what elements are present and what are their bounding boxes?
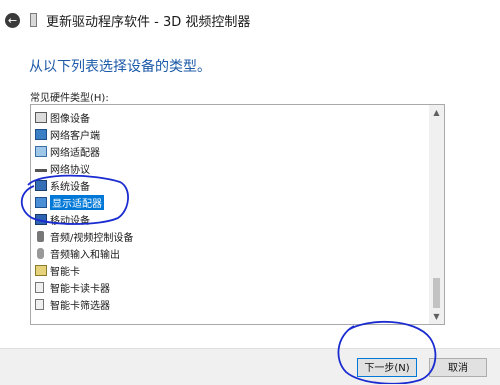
list-item-label: 智能卡筛选器: [50, 301, 110, 312]
list-item-system-device[interactable]: 系统设备: [35, 177, 145, 194]
card-reader-icon: [35, 282, 44, 293]
list-item-label: 系统设备: [50, 182, 90, 193]
list-item-smart-card[interactable]: 智能卡: [35, 262, 145, 279]
smart-card-icon: [35, 265, 47, 276]
scroll-up-arrow-icon[interactable]: ▲: [429, 105, 444, 120]
window-title: 更新驱动程序软件 - 3D 视频控制器: [46, 15, 251, 30]
dialog-footer: 下一步(N) 取消: [0, 348, 500, 385]
network-client-icon: [35, 129, 47, 140]
next-button[interactable]: 下一步(N): [357, 358, 417, 377]
list-item-label: 网络客户端: [50, 131, 100, 142]
card-filter-icon: [35, 299, 44, 310]
list-item-label: 音频输入和输出: [50, 250, 120, 261]
list-item-label: 网络协议: [50, 165, 90, 176]
list-scrollbar[interactable]: ▲ ▼: [429, 105, 444, 324]
list-item-label: 智能卡: [50, 267, 80, 278]
list-item-card-reader[interactable]: 智能卡读卡器: [35, 279, 145, 296]
network-adapter-icon: [35, 146, 47, 157]
page-heading: 从以下列表选择设备的类型。: [29, 59, 211, 75]
device-icon: [30, 13, 37, 27]
list-item-network-adapter[interactable]: 网络适配器: [35, 143, 145, 160]
list-item-audio-video[interactable]: 音频/视频控制设备: [35, 228, 145, 245]
list-item-mobile-device[interactable]: 移动设备: [35, 211, 145, 228]
list-item-imaging-device[interactable]: 图像设备: [35, 109, 145, 126]
list-item-label: 图像设备: [50, 114, 90, 125]
list-item-audio-io[interactable]: 音频输入和输出: [35, 245, 145, 262]
title-bar: ← 更新驱动程序软件 - 3D 视频控制器: [0, 0, 500, 40]
list-item-label: 移动设备: [50, 216, 90, 227]
list-item-label: 网络适配器: [50, 148, 100, 159]
list-item-network-client[interactable]: 网络客户端: [35, 126, 145, 143]
scroll-down-arrow-icon[interactable]: ▼: [429, 309, 444, 324]
mobile-device-icon: [35, 214, 47, 225]
hardware-type-list[interactable]: 图像设备 网络客户端 网络适配器 网络协议 系统设备 显示适配器 移动设备 音频…: [30, 104, 445, 325]
microphone-icon: [37, 248, 44, 259]
cancel-button[interactable]: 取消: [429, 358, 487, 377]
list-item-label: 智能卡读卡器: [50, 284, 110, 295]
list-item-network-protocol[interactable]: 网络协议: [35, 160, 145, 177]
system-device-icon: [35, 180, 47, 191]
network-protocol-icon: [35, 168, 47, 172]
list-item-label: 音频/视频控制设备: [50, 233, 134, 244]
imaging-device-icon: [35, 112, 47, 123]
list-item-display-adapter[interactable]: 显示适配器: [35, 194, 129, 211]
hardware-type-label: 常见硬件类型(H):: [30, 93, 109, 104]
list-item-label: 显示适配器: [50, 195, 104, 210]
scroll-thumb[interactable]: [433, 278, 440, 308]
audio-video-icon: [37, 231, 44, 242]
list-item-card-filter[interactable]: 智能卡筛选器: [35, 296, 145, 313]
back-arrow-icon[interactable]: ←: [5, 13, 20, 28]
display-adapter-icon: [35, 197, 47, 208]
